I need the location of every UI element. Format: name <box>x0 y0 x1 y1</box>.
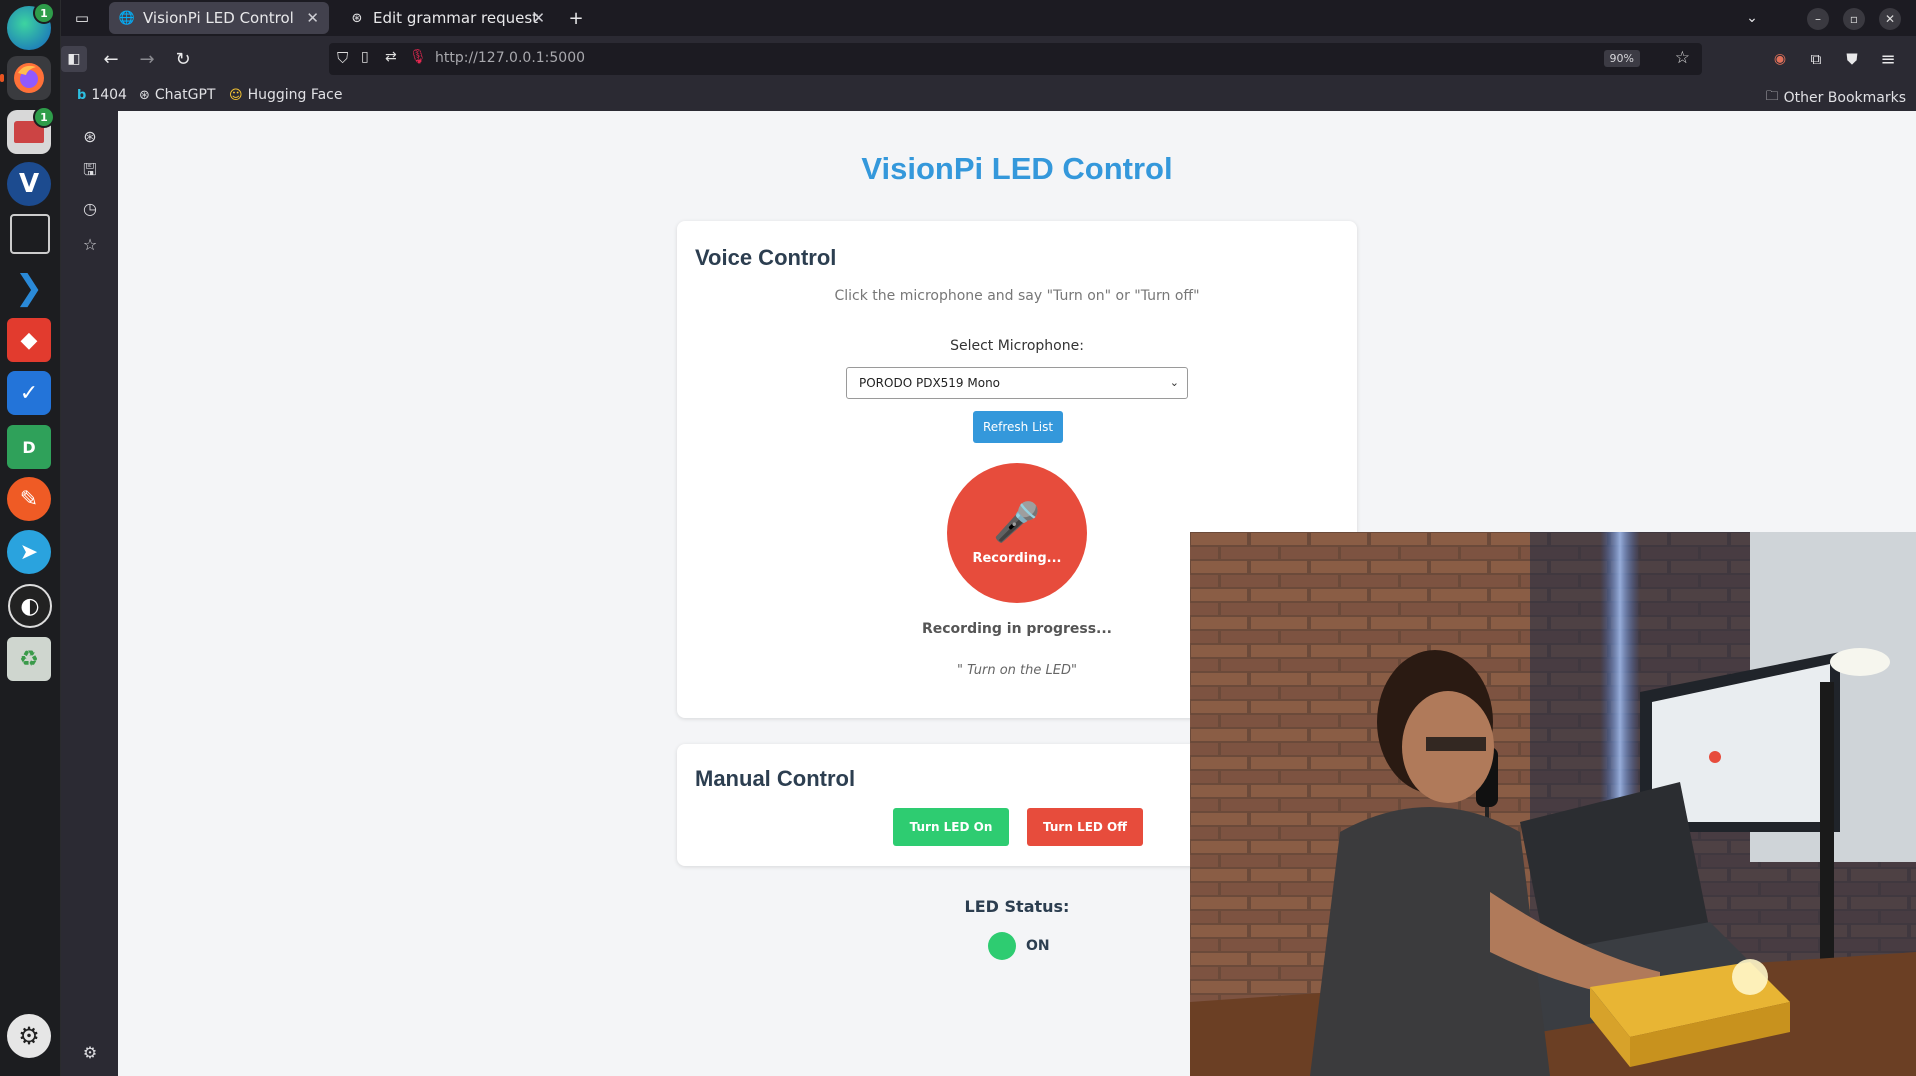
voice-control-heading: Voice Control <box>695 245 837 270</box>
obs-icon[interactable]: ◐ <box>8 584 52 628</box>
permissions-icon: ⇄ <box>385 49 397 65</box>
extensions-puzzle-icon[interactable]: ⧉ <box>1803 46 1829 72</box>
voice-instructions: Click the microphone and say "Turn on" o… <box>834 288 1200 304</box>
bookmark-label: Other Bookmarks <box>1783 90 1906 106</box>
tab-label: Edit grammar request <box>373 9 539 27</box>
led-status-indicator: ON <box>988 932 1050 960</box>
bookmark-chatgpt[interactable]: ⊛ ChatGPT <box>139 87 215 103</box>
telegram-icon[interactable]: ➤ <box>7 530 51 574</box>
bookmark-1404[interactable]: b 1404 <box>77 87 127 103</box>
tab-label: VisionPi LED Control <box>143 9 294 27</box>
bookmark-label: ChatGPT <box>154 87 216 103</box>
url-text: http://127.0.0.1:5000 <box>435 50 586 66</box>
microphone-active-icon: 🎙 <box>409 49 427 65</box>
bookmark-hugging-face[interactable]: ☺ Hugging Face <box>229 87 343 103</box>
bookmark-star-icon[interactable]: ☆ <box>1675 48 1690 68</box>
forward-icon[interactable]: → <box>134 46 160 72</box>
bookmark-b-icon: b <box>77 87 87 103</box>
webcam-overlay <box>1190 532 1916 1076</box>
sidebar-settings-icon[interactable]: ⚙ <box>79 1041 101 1063</box>
url-bar[interactable]: ⛉ ▯ ⇄ 🎙 http://127.0.0.1:5000 90% ☆ <box>329 43 1702 75</box>
files-icon[interactable]: 1 <box>7 106 55 154</box>
microphone-icon: 🎤 <box>993 499 1041 544</box>
postman-icon[interactable]: ✎ <box>7 477 51 521</box>
close-tab-icon[interactable]: ✕ <box>532 9 545 27</box>
ubuntu-dock: 1 1 V ❯ ◆ ✓ D ✎ ➤ ◐ ♻ ⚙ <box>0 0 61 1076</box>
chatgpt-icon: ⊛ <box>351 10 363 26</box>
microphone-record-button[interactable]: 🎤 Recording... <box>947 463 1087 603</box>
sidebar-toggle-icon[interactable]: ◧ <box>61 46 87 72</box>
bookmarks-icon[interactable]: ☆ <box>79 233 101 255</box>
bookmark-label: 1404 <box>91 87 127 103</box>
navigation-bar: ◧ ← → ↻ ⛉ ▯ ⇄ 🎙 http://127.0.0.1:5000 90… <box>61 36 1916 82</box>
selected-microphone: PORODO PDX519 Mono <box>859 376 1001 390</box>
browser-chrome: ▭ 🌐 VisionPi LED Control ✕ ⊛ Edit gramma… <box>61 0 1916 111</box>
chatgpt-icon: ⊛ <box>139 87 150 103</box>
folder-icon: 🗀 <box>1765 89 1779 104</box>
vscode-icon[interactable]: ❯ <box>7 266 51 310</box>
webcam-scene-image <box>1190 532 1916 1076</box>
microphone-select[interactable]: PORODO PDX519 Mono ⌄ <box>846 367 1188 399</box>
browser-sidebar: ⊛ 🖫 ◷ ☆ ⚙ <box>61 111 118 1076</box>
chevron-down-icon: ⌄ <box>1169 376 1179 389</box>
vivaldi-icon[interactable]: V <box>7 162 51 206</box>
firefox-icon[interactable] <box>7 56 51 100</box>
shield-icon: ⛉ <box>337 49 349 67</box>
bookmarks-bar: b 1404 ⊛ ChatGPT ☺ Hugging Face 🗀 Other … <box>61 82 1916 111</box>
page-title: VisionPi LED Control <box>861 151 1173 186</box>
turn-led-on-button[interactable]: Turn LED On <box>893 808 1009 846</box>
manual-control-heading: Manual Control <box>695 766 856 791</box>
led-status-text: ON <box>1026 938 1050 954</box>
recording-label: Recording... <box>972 550 1062 566</box>
page-info-icon: ▯ <box>361 49 369 65</box>
show-apps-icon[interactable]: ⚙ <box>7 1014 51 1058</box>
workspace-switcher-icon[interactable] <box>10 214 50 254</box>
todo-icon[interactable]: ✓ <box>7 371 51 415</box>
hugging-face-icon: ☺ <box>229 87 243 103</box>
bookmark-label: Hugging Face <box>247 87 343 103</box>
globe-icon: 🌐 <box>118 10 136 26</box>
refresh-list-button[interactable]: Refresh List <box>973 411 1063 443</box>
draw-io-icon[interactable]: D <box>7 425 51 469</box>
tab-overflow-chevron-icon[interactable]: ⌄ <box>1739 5 1765 31</box>
page-content: VisionPi LED Control Voice Control Click… <box>118 111 1916 1076</box>
minimize-icon[interactable]: – <box>1807 8 1829 30</box>
close-window-icon[interactable]: ✕ <box>1879 8 1901 30</box>
reload-icon[interactable]: ↻ <box>170 46 196 72</box>
tab-edit-grammar[interactable]: ⊛ Edit grammar request ✕ <box>339 2 555 34</box>
trash-icon[interactable]: ♻ <box>7 637 51 681</box>
anydesk-icon[interactable]: ◆ <box>7 318 51 362</box>
synced-tabs-icon[interactable]: 🖫 <box>79 160 101 183</box>
tab-strip: ▭ 🌐 VisionPi LED Control ✕ ⊛ Edit gramma… <box>61 0 1916 36</box>
files-notification-badge: 1 <box>33 106 55 128</box>
zoom-level[interactable]: 90% <box>1603 50 1640 67</box>
edge-notification-badge: 1 <box>33 2 55 24</box>
dock-active-indicator <box>0 74 4 82</box>
menu-icon[interactable]: ≡ <box>1875 46 1901 72</box>
back-icon[interactable]: ← <box>98 46 124 72</box>
extension-icon[interactable]: ◉ <box>1767 46 1793 72</box>
other-bookmarks[interactable]: 🗀 Other Bookmarks <box>1766 87 1906 109</box>
history-icon[interactable]: ◷ <box>79 197 101 219</box>
privacy-shield-icon[interactable]: ⛊ <box>1839 46 1865 72</box>
turn-led-off-button[interactable]: Turn LED Off <box>1027 808 1143 846</box>
maximize-icon[interactable]: ▫ <box>1843 8 1865 30</box>
select-microphone-label: Select Microphone: <box>950 338 1084 354</box>
led-indicator-dot <box>988 932 1016 960</box>
chatbot-icon[interactable]: ⊛ <box>79 125 101 147</box>
tab-list-icon[interactable]: ▭ <box>69 5 95 31</box>
edge-browser-icon[interactable]: 1 <box>7 2 55 50</box>
close-tab-icon[interactable]: ✕ <box>306 9 319 27</box>
tab-visionpi[interactable]: 🌐 VisionPi LED Control ✕ <box>109 2 329 34</box>
new-tab-icon[interactable]: + <box>563 5 589 31</box>
